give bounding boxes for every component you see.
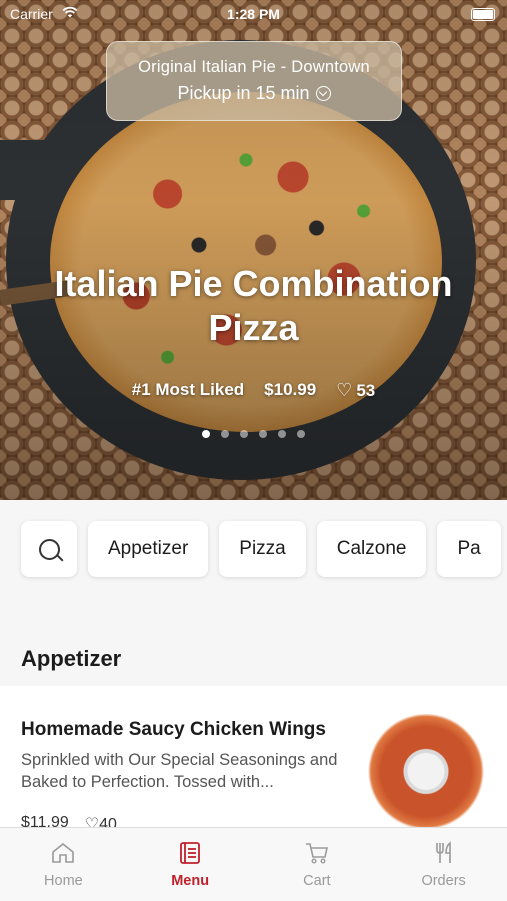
tab-menu[interactable]: Menu xyxy=(127,828,254,901)
clock: 1:28 PM xyxy=(227,6,280,22)
home-icon xyxy=(50,840,76,866)
pickup-time: Pickup in 15 min xyxy=(107,83,401,104)
category-chip-appetizer[interactable]: Appetizer xyxy=(88,521,209,577)
menu-icon xyxy=(177,840,203,866)
featured-item-meta: #1 Most Liked $10.99 ♡ 53 xyxy=(0,380,507,401)
tab-menu-label: Menu xyxy=(171,873,210,889)
category-chip-partial[interactable]: Pa xyxy=(437,521,501,577)
category-chip-pizza[interactable]: Pizza xyxy=(219,521,306,577)
category-chip-calzone[interactable]: Calzone xyxy=(316,521,427,577)
menu-item-name: Homemade Saucy Chicken Wings xyxy=(21,719,326,740)
store-name: Original Italian Pie - Downtown xyxy=(138,58,370,76)
tab-cart[interactable]: Cart xyxy=(254,828,381,901)
status-bar: Carrier 1:28 PM xyxy=(0,0,507,28)
battery-icon xyxy=(471,8,495,21)
category-list: Appetizer Pizza Calzone Pa xyxy=(21,521,501,577)
carousel-dot[interactable] xyxy=(278,430,286,438)
menu-item-card[interactable]: Homemade Saucy Chicken Wings Sprinkled w… xyxy=(0,686,507,846)
featured-badge: #1 Most Liked xyxy=(131,380,245,399)
menu-item-description: Sprinkled with Our Special Seasonings an… xyxy=(21,751,338,791)
featured-likes-count: 53 xyxy=(356,380,376,400)
carousel-dot[interactable] xyxy=(202,430,210,438)
featured-item-title: Italian Pie Combination Pizza xyxy=(54,263,453,348)
carousel-dot[interactable] xyxy=(259,430,267,438)
chicken-wings-image xyxy=(364,714,488,829)
search-button[interactable] xyxy=(21,521,77,577)
tab-home[interactable]: Home xyxy=(0,828,127,901)
section-title: Appetizer xyxy=(21,646,122,671)
tab-bar: Home Menu Cart Orders xyxy=(0,827,507,901)
featured-price: $10.99 xyxy=(264,380,317,399)
cart-icon xyxy=(304,840,330,866)
hero-banner[interactable]: Carrier 1:28 PM Original Italian Pie - D… xyxy=(0,0,507,500)
chevron-down-circle-icon xyxy=(315,86,331,101)
carousel-dot[interactable] xyxy=(240,430,248,438)
fork-knife-icon xyxy=(431,840,457,866)
tab-orders-label: Orders xyxy=(421,873,466,889)
pickup-label: Pickup in 15 min xyxy=(177,83,310,103)
featured-likes: ♡ 53 xyxy=(336,380,375,401)
heart-icon: ♡ xyxy=(336,380,353,400)
search-icon xyxy=(38,538,60,560)
category-bar[interactable]: Appetizer Pizza Calzone Pa xyxy=(0,500,507,600)
store-selector[interactable]: Original Italian Pie - Downtown Pickup i… xyxy=(106,41,402,121)
carousel-dot[interactable] xyxy=(221,430,229,438)
tab-cart-label: Cart xyxy=(303,873,331,889)
tab-orders[interactable]: Orders xyxy=(380,828,507,901)
carousel-dot[interactable] xyxy=(297,430,305,438)
carousel-page-indicator[interactable] xyxy=(0,430,507,438)
tab-home-label: Home xyxy=(44,873,83,889)
